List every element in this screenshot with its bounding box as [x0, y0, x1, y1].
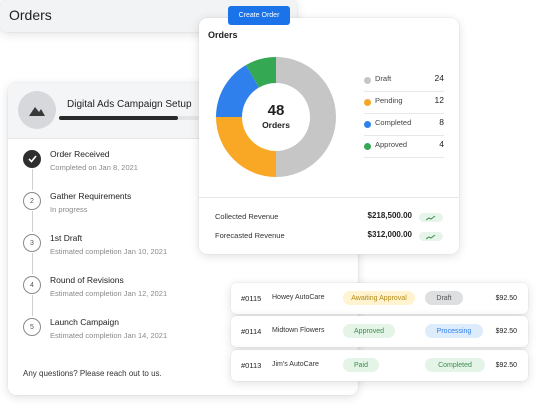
step-title: Launch Campaign	[50, 317, 119, 327]
revenue-label: Forecasted Revenue	[215, 231, 285, 240]
step-title: Round of Revisions	[50, 275, 124, 285]
orders-summary-card: Orders 48 Orders Draft 24 Pending 12 Complet…	[199, 18, 459, 254]
donut-total: 48	[267, 102, 285, 119]
legend-value: 24	[434, 73, 444, 83]
legend-value: 4	[439, 139, 444, 149]
legend-item-pending: Pending 12	[364, 94, 444, 114]
order-status-badge: Processing	[425, 324, 483, 338]
step-number: 5	[23, 318, 41, 336]
order-id: #0115	[241, 294, 262, 303]
order-status-badge: Completed	[425, 358, 485, 372]
order-row[interactable]: #0113 Jim's AutoCare Paid Completed $92.50	[231, 350, 528, 381]
summary-divider	[199, 197, 459, 198]
step-title: Order Received	[50, 149, 110, 159]
trend-up-icon	[419, 213, 443, 222]
donut-total-label: Orders	[262, 120, 290, 130]
legend-dot	[364, 77, 371, 84]
step-number: 3	[23, 234, 41, 252]
legend-label: Completed	[375, 118, 412, 127]
create-order-button[interactable]: Create Order	[228, 6, 290, 25]
legend-label: Approved	[375, 140, 408, 149]
image-landscape-icon	[18, 91, 56, 129]
legend-label: Draft	[375, 74, 392, 83]
revenue-label: Collected Revenue	[215, 212, 279, 221]
step-number: 4	[23, 276, 41, 294]
revenue-value: $218,500.00	[367, 211, 413, 220]
step-title: 1st Draft	[50, 233, 83, 243]
order-id: #0114	[241, 327, 262, 336]
legend-label: Pending	[375, 96, 403, 105]
order-id: #0113	[241, 361, 262, 370]
legend-dot	[364, 99, 371, 106]
step-subtitle: Estimated completion Jan 14, 2021	[50, 331, 168, 340]
legend-item-draft: Draft 24	[364, 72, 444, 92]
campaign-progress-fill	[59, 116, 178, 120]
order-amount: $92.50	[495, 328, 517, 335]
order-amount: $92.50	[495, 362, 517, 369]
order-row[interactable]: #0114 Midtown Flowers Approved Processing $9…	[231, 316, 528, 347]
campaign-footer-text: Any questions? Please reach out to us.	[23, 369, 162, 378]
order-row[interactable]: #0115 Howey AutoCare Awaiting Approval Draf…	[231, 283, 528, 314]
campaign-progress-bar	[59, 116, 199, 120]
legend-item-approved: Approved 4	[364, 138, 444, 158]
step-number: 2	[23, 192, 41, 210]
check-icon	[23, 150, 41, 168]
revenue-row: Forecasted Revenue $312,000.00	[215, 230, 443, 244]
order-customer: Jim's AutoCare	[272, 361, 319, 368]
order-tag-badge: Awaiting Approval	[343, 291, 415, 305]
trend-up-icon	[419, 232, 443, 241]
legend-value: 12	[434, 95, 444, 105]
step-subtitle: Estimated completion Jan 12, 2021	[50, 289, 168, 298]
order-customer: Howey AutoCare	[272, 294, 325, 301]
legend-value: 8	[439, 117, 444, 127]
order-tag-badge: Approved	[343, 324, 395, 338]
legend-dot	[364, 143, 371, 150]
legend-dot	[364, 121, 371, 128]
orders-list-title: Orders	[9, 7, 52, 23]
order-customer: Midtown Flowers	[272, 327, 325, 334]
revenue-row: Collected Revenue $218,500.00	[215, 211, 443, 225]
order-status-badge: Draft	[425, 291, 463, 305]
revenue-value: $312,000.00	[367, 230, 413, 239]
step-subtitle: Estimated completion Jan 10, 2021	[50, 247, 168, 256]
order-tag-badge: Paid	[343, 358, 379, 372]
legend-item-completed: Completed 8	[364, 116, 444, 136]
order-amount: $92.50	[495, 295, 517, 302]
summary-title: Orders	[208, 30, 238, 40]
step-title: Gather Requirements	[50, 191, 132, 201]
step-subtitle: Completed on Jan 8, 2021	[50, 163, 138, 172]
campaign-title: Digital Ads Campaign Setup	[67, 99, 192, 110]
step-subtitle: In progress	[50, 205, 88, 214]
